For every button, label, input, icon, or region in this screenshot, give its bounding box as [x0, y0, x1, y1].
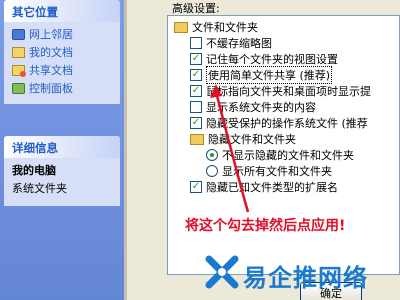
- checkbox-checked[interactable]: ✓: [190, 117, 202, 129]
- other-places-panel: 其它位置 网上邻居 我的文档 共享文档 控制面板: [4, 0, 120, 104]
- list-item-simple-file-sharing[interactable]: ✓ 使用简单文件共享 (推荐): [190, 66, 333, 84]
- checkbox-checked[interactable]: ✓: [190, 69, 202, 81]
- checkbox[interactable]: [190, 101, 202, 113]
- list-item-label: 使用简单文件共享 (推荐): [206, 66, 333, 84]
- link-network-places[interactable]: 网上邻居: [12, 26, 114, 42]
- list-item-dont-show-hidden[interactable]: 不显示隐藏的文件和文件夹: [206, 147, 354, 163]
- checkbox[interactable]: [190, 37, 202, 49]
- network-icon: [12, 28, 25, 40]
- list-item-label: 记住每个文件夹的视图设置: [206, 53, 338, 66]
- annotation-text: 将这个勾去掉然后点应用!: [185, 218, 346, 234]
- list-item-label: 隐藏受保护的操作系统文件 (推荐: [206, 117, 368, 130]
- dialog-border: [124, 0, 127, 300]
- list-item-hide-protected-files[interactable]: ✓ 隐藏受保护的操作系统文件 (推荐: [190, 115, 368, 131]
- list-item-label: 鼠标指向文件夹和桌面项时显示提: [206, 85, 371, 98]
- link-shared-documents[interactable]: 共享文档: [12, 62, 114, 78]
- link-label: 共享文档: [29, 64, 73, 77]
- list-item-folder-files: 文件和文件夹: [174, 19, 258, 35]
- checkbox-checked[interactable]: ✓: [190, 181, 202, 193]
- list-item-label: 显示所有文件和文件夹: [222, 165, 332, 178]
- list-item-label: 不显示隐藏的文件和文件夹: [222, 149, 354, 162]
- list-item-hide-extensions[interactable]: ✓ 隐藏已知文件类型的扩展名: [190, 179, 338, 195]
- list-item-label: 隐藏文件和文件夹: [208, 133, 296, 146]
- link-label: 网上邻居: [29, 28, 73, 41]
- list-item-show-tips[interactable]: ✓ 鼠标指向文件夹和桌面项时显示提: [190, 83, 371, 99]
- list-item-label: 不缓存缩略图: [206, 37, 272, 50]
- control-panel-icon: [12, 82, 25, 94]
- list-item-no-thumbnail-cache[interactable]: 不缓存缩略图: [190, 35, 272, 51]
- shared-documents-icon: [12, 64, 26, 77]
- advanced-settings-label: 高级设置:: [172, 2, 220, 15]
- list-item-remember-view[interactable]: ✓ 记住每个文件夹的视图设置: [190, 51, 338, 67]
- details-panel: 详细信息 我的电脑 系统文件夹: [4, 136, 120, 206]
- link-my-documents[interactable]: 我的文档: [12, 44, 114, 60]
- checkbox-checked[interactable]: ✓: [190, 85, 202, 97]
- radio-selected[interactable]: [206, 149, 218, 161]
- radio[interactable]: [206, 165, 218, 177]
- folder-icon: [190, 133, 204, 145]
- details-name: 我的电脑: [12, 164, 56, 177]
- link-control-panel[interactable]: 控制面板: [12, 80, 114, 96]
- watermark-logo-icon: [205, 255, 239, 289]
- list-item-hidden-files-group: 隐藏文件和文件夹: [190, 131, 296, 147]
- list-item-show-all-files[interactable]: 显示所有文件和文件夹: [206, 163, 332, 179]
- list-item-label: 隐藏已知文件类型的扩展名: [206, 181, 338, 194]
- details-type: 系统文件夹: [12, 182, 67, 195]
- checkbox-checked[interactable]: ✓: [190, 53, 202, 65]
- other-places-header[interactable]: 其它位置: [4, 0, 120, 22]
- watermark-text: 易企推网络: [243, 264, 368, 292]
- folder-icon: [174, 21, 188, 33]
- details-header[interactable]: 详细信息: [4, 136, 120, 158]
- task-pane: 其它位置 网上邻居 我的文档 共享文档 控制面板 详细信息 我的电脑 系统文件夹: [0, 0, 124, 300]
- list-item-label: 文件和文件夹: [192, 21, 258, 34]
- link-label: 我的文档: [29, 46, 73, 59]
- my-documents-icon: [12, 46, 25, 58]
- advanced-settings-list[interactable]: 文件和文件夹 不缓存缩略图 ✓ 记住每个文件夹的视图设置 ✓ 使用简单文件共享 …: [167, 15, 400, 275]
- list-item-show-system-folder[interactable]: 显示系统文件夹的内容: [190, 99, 316, 115]
- link-label: 控制面板: [29, 82, 73, 95]
- list-item-label: 显示系统文件夹的内容: [206, 101, 316, 114]
